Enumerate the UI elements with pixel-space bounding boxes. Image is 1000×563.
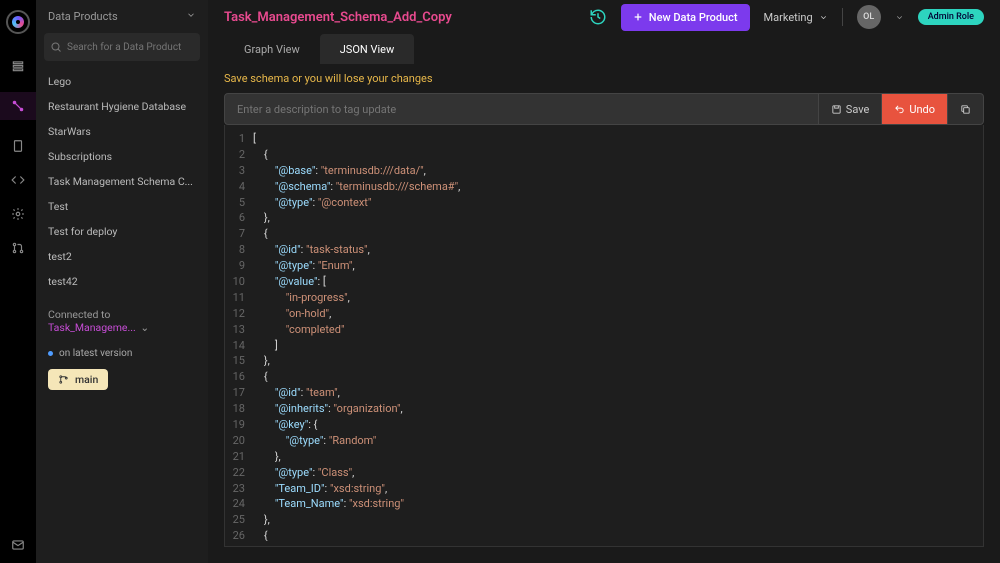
document-icon[interactable] bbox=[10, 138, 26, 154]
main-content: Task_Management_Schema_Add_Copy New Data… bbox=[208, 0, 1000, 563]
data-products-label: Data Products bbox=[48, 10, 118, 23]
sidebar-item[interactable]: test42 bbox=[44, 269, 200, 294]
role-badge: Admin Role bbox=[918, 9, 984, 25]
copy-icon bbox=[960, 104, 971, 115]
schema-icon[interactable] bbox=[0, 92, 36, 120]
chevron-down-icon bbox=[819, 13, 828, 22]
line-gutter: 1234567891011121314151617181920212223242… bbox=[225, 125, 253, 547]
settings-icon[interactable] bbox=[10, 206, 26, 222]
undo-icon bbox=[894, 104, 905, 115]
user-avatar[interactable]: OL bbox=[857, 5, 881, 29]
pull-request-icon[interactable] bbox=[10, 240, 26, 256]
commit-description-input[interactable] bbox=[224, 93, 819, 125]
chevron-down-icon bbox=[186, 10, 196, 23]
time-travel-icon[interactable] bbox=[589, 8, 607, 26]
view-tabs: Graph View JSON View bbox=[208, 34, 1000, 64]
editor-container: Save Undo 123456789101112131415161718192… bbox=[208, 93, 1000, 563]
data-products-header[interactable]: Data Products bbox=[44, 10, 200, 23]
save-button[interactable]: Save bbox=[819, 93, 883, 125]
sidebar-item[interactable]: Test for deploy bbox=[44, 219, 200, 244]
sidebar-item[interactable]: Subscriptions bbox=[44, 144, 200, 169]
new-data-product-button[interactable]: New Data Product bbox=[621, 4, 750, 31]
search-input[interactable] bbox=[67, 42, 200, 53]
page-title: Task_Management_Schema_Add_Copy bbox=[224, 10, 452, 25]
status-dot-icon bbox=[48, 351, 53, 356]
undo-button[interactable]: Undo bbox=[882, 93, 948, 125]
save-icon bbox=[831, 104, 842, 115]
connected-to: Connected to Task_Manageme... ⌄ bbox=[44, 308, 200, 334]
chevron-down-icon: ⌄ bbox=[138, 321, 149, 334]
search-icon bbox=[44, 41, 67, 53]
data-products-sidebar: Data Products LegoRestaurant Hygiene Dat… bbox=[36, 0, 208, 563]
tab-json-view[interactable]: JSON View bbox=[320, 34, 415, 64]
tab-graph-view[interactable]: Graph View bbox=[224, 34, 320, 64]
team-selector[interactable]: Marketing bbox=[764, 11, 828, 24]
chevron-down-icon[interactable] bbox=[895, 13, 904, 22]
divider bbox=[842, 8, 843, 26]
code-editor[interactable]: 1234567891011121314151617181920212223242… bbox=[224, 125, 984, 547]
version-status: on latest version bbox=[44, 348, 200, 359]
branch-selector[interactable]: main bbox=[48, 369, 108, 390]
app-logo-icon[interactable] bbox=[6, 10, 30, 34]
sidebar-item[interactable]: Test bbox=[44, 194, 200, 219]
code-source[interactable]: [ { "@base": "terminusdb:///data/", "@sc… bbox=[253, 125, 460, 547]
layers-icon[interactable] bbox=[10, 58, 26, 74]
copy-button[interactable] bbox=[948, 93, 984, 125]
data-product-list: LegoRestaurant Hygiene DatabaseStarWarsS… bbox=[44, 69, 200, 294]
unsaved-warning: Save schema or you will lose your change… bbox=[208, 64, 1000, 93]
sidebar-item[interactable]: Task Management Schema C... bbox=[44, 169, 200, 194]
feedback-icon[interactable] bbox=[10, 537, 26, 553]
sidebar-item[interactable]: Restaurant Hygiene Database bbox=[44, 94, 200, 119]
code-icon[interactable] bbox=[10, 172, 26, 188]
search-container bbox=[44, 33, 200, 61]
icon-sidebar bbox=[0, 0, 36, 563]
sidebar-item[interactable]: test2 bbox=[44, 244, 200, 269]
plus-icon bbox=[633, 12, 643, 22]
editor-toolbar: Save Undo bbox=[224, 93, 984, 125]
branch-icon bbox=[58, 374, 69, 385]
sidebar-item[interactable]: Lego bbox=[44, 69, 200, 94]
connected-link[interactable]: Task_Manageme... bbox=[48, 321, 136, 334]
top-bar: Task_Management_Schema_Add_Copy New Data… bbox=[208, 0, 1000, 34]
sidebar-item[interactable]: StarWars bbox=[44, 119, 200, 144]
